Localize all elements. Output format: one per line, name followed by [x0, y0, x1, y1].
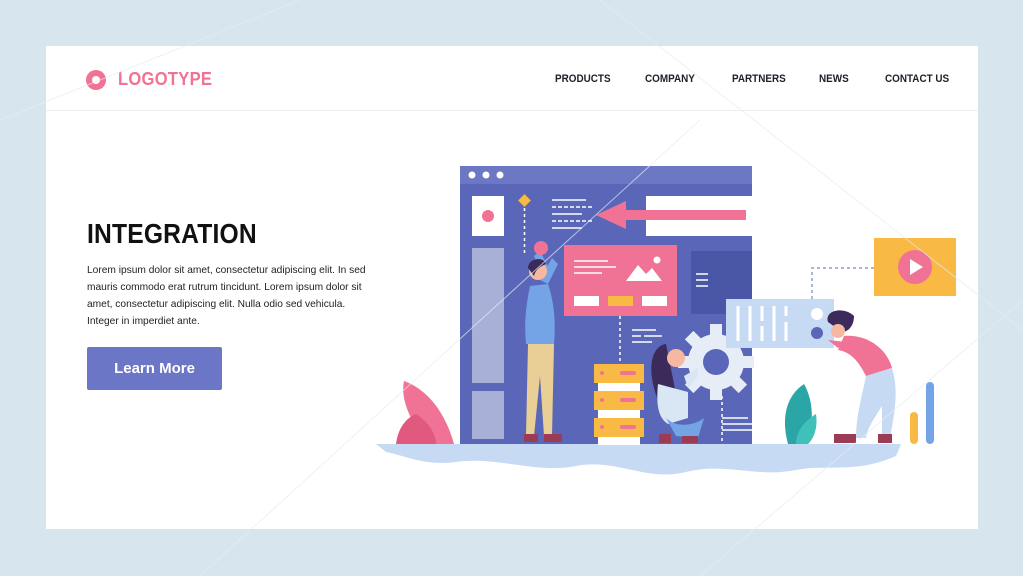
woman-standing-figure	[827, 310, 896, 443]
nav-news[interactable]: NEWS	[819, 73, 849, 85]
nav-partners[interactable]: PARTNERS	[732, 73, 786, 85]
nav-company[interactable]: COMPANY	[645, 73, 695, 85]
learn-more-button[interactable]: Learn More	[87, 347, 222, 390]
leaf-plant-left-icon	[396, 381, 454, 444]
nav-contact-us[interactable]: CONTACT US	[885, 73, 949, 85]
landing-card: LOGOTYPE PRODUCTS COMPANY PARTNERS NEWS …	[46, 46, 978, 529]
bar-chart-icon	[910, 382, 934, 444]
logo-ring-icon	[86, 69, 106, 90]
image-card-icon	[564, 245, 677, 316]
ground-wave	[376, 444, 901, 475]
hero-description: Lorem ipsum dolor sit amet, consectetur …	[87, 265, 366, 327]
hero-title: INTEGRATION	[87, 218, 257, 249]
video-play-icon	[874, 238, 956, 296]
integration-illustration	[376, 166, 956, 475]
nav-products[interactable]: PRODUCTS	[555, 73, 611, 85]
logo[interactable]: LOGOTYPE	[86, 69, 220, 90]
server-stack-icon	[594, 364, 644, 445]
header: LOGOTYPE PRODUCTS COMPANY PARTNERS NEWS …	[46, 46, 978, 111]
leaf-plant-right-icon	[784, 384, 817, 444]
equalizer-panel-icon	[726, 299, 834, 348]
logo-text: LOGOTYPE	[118, 69, 213, 89]
